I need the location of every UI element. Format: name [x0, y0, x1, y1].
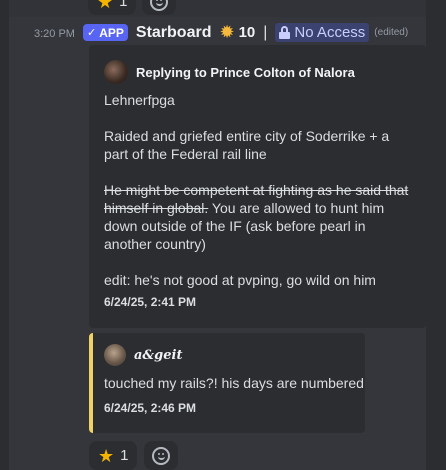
avatar[interactable] [104, 60, 128, 84]
app-badge: ✓ APP [83, 24, 128, 41]
message-reactions: ★ 1 [89, 441, 179, 470]
embed-timestamp: 6/24/25, 2:41 PM [104, 295, 197, 309]
embed-description: Lehnerfpga Raided and griefed entire cit… [104, 91, 414, 307]
lock-icon [279, 26, 291, 39]
reply-embed: Replying to Prince Colton of Nalora Lehn… [89, 45, 426, 328]
quote-embed: a&geit touched my rails?! his days are n… [89, 333, 365, 433]
embed-description: touched my rails?! his days are numbered [104, 375, 364, 391]
embed-timestamp: 6/24/25, 2:46 PM [104, 401, 197, 415]
separator: | [263, 23, 268, 41]
sun-icon: ✹ [219, 22, 235, 42]
star-reaction-count: 1 [120, 447, 129, 464]
smiley-icon [152, 446, 171, 465]
embed-edit-note: edit: he's not good at pvping, go wild o… [104, 272, 376, 288]
app-badge-label: APP [99, 25, 124, 40]
embed-author-name[interactable]: Replying to Prince Colton of Nalora [136, 65, 355, 80]
channel-mention[interactable]: No Access [275, 23, 370, 42]
add-reaction-button[interactable] [142, 0, 177, 15]
embed-author: Replying to Prince Colton of Nalora [104, 60, 355, 84]
left-gutter [0, 0, 9, 470]
checkmark-icon: ✓ [87, 27, 97, 39]
embed-paragraph: He might be competent at fighting as he … [104, 181, 414, 253]
star-reaction-button[interactable]: ★ 1 [88, 0, 137, 15]
right-edge-panel [426, 0, 446, 470]
message-header: ✓ APP Starboard ✹ 10 | No Access (edited… [83, 22, 408, 43]
star-reaction-button[interactable]: ★ 1 [89, 441, 138, 470]
star-icon: ★ [97, 0, 114, 12]
channel-mention-label: No Access [294, 24, 366, 41]
embed-author-name[interactable]: a&geit [134, 348, 182, 363]
embed-paragraph: Raided and griefed entire city of Soderr… [104, 128, 390, 162]
edited-tag: (edited) [374, 27, 409, 38]
star-reaction-count: 1 [119, 0, 128, 10]
embed-line-name: Lehnerfpga [104, 92, 175, 108]
previous-message-reactions: ★ 1 [88, 0, 177, 15]
bot-username[interactable]: Starboard [136, 24, 212, 42]
message-timestamp: 3:20 PM [34, 28, 75, 40]
star-icon: ★ [98, 445, 115, 466]
smiley-icon [150, 0, 169, 11]
embed-author: a&geit [104, 344, 182, 366]
star-count: 10 [238, 24, 256, 41]
add-reaction-button[interactable] [144, 441, 179, 470]
avatar[interactable] [104, 344, 126, 366]
